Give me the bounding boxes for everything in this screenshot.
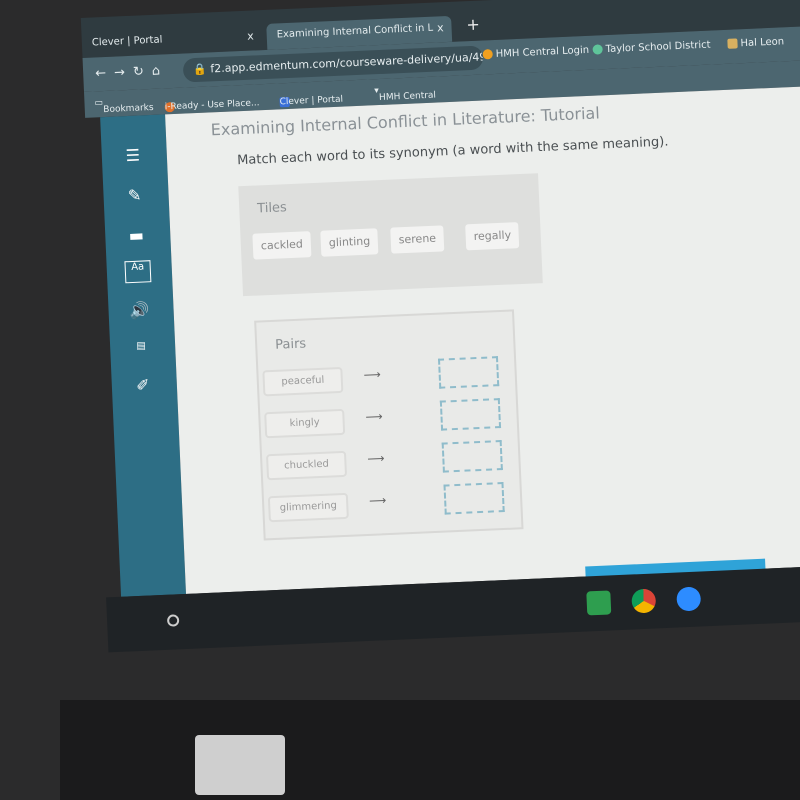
edit-icon[interactable]: ✎ bbox=[121, 185, 148, 208]
page-title: Examining Internal Conflict in Literatur… bbox=[210, 103, 601, 140]
arrow-icon: ⟶ bbox=[368, 493, 387, 508]
pair-word-kingly: kingly bbox=[264, 408, 346, 439]
bookmark-taylor[interactable]: Taylor School District bbox=[592, 39, 711, 56]
bookmark-label: Taylor School District bbox=[605, 39, 711, 56]
new-tab-button[interactable]: + bbox=[466, 15, 480, 35]
tiles-area: Tiles cackled glinting serene regally bbox=[238, 173, 543, 297]
arrow-icon: ⟶ bbox=[366, 451, 385, 466]
drop-target[interactable] bbox=[437, 356, 500, 389]
tile-regally[interactable]: regally bbox=[465, 222, 520, 251]
pair-word-glimmering: glimmering bbox=[267, 492, 349, 523]
close-icon[interactable]: x bbox=[247, 29, 254, 42]
bookmark-label: HMH Central bbox=[378, 90, 437, 104]
zoom-icon[interactable] bbox=[676, 586, 702, 612]
classroom-icon[interactable] bbox=[586, 590, 612, 616]
tab-label: Clever | Portal bbox=[91, 34, 163, 49]
folder-icon[interactable]: ▬ bbox=[123, 225, 150, 248]
launcher-icon[interactable] bbox=[166, 614, 180, 627]
instructions: Match each word to its synonym (a word w… bbox=[236, 134, 669, 169]
hal-leonard-icon bbox=[727, 38, 738, 49]
pairs-label: Pairs bbox=[274, 336, 307, 353]
speaker-icon[interactable]: 🔊 bbox=[126, 300, 153, 323]
bookmark-hmh-central[interactable]: ▾ HMH Central bbox=[374, 86, 436, 103]
main-content: Examining Internal Conflict in Literatur… bbox=[165, 84, 800, 594]
bookmarks-folder[interactable]: ▭ Bookmarks bbox=[94, 98, 153, 115]
nav-buttons[interactable]: ←→↻⌂ bbox=[95, 63, 169, 81]
tile-cackled[interactable]: cackled bbox=[252, 231, 312, 260]
note-icon[interactable]: ▤ bbox=[128, 340, 155, 363]
bookmark-label: HMH Central Login bbox=[495, 44, 590, 60]
district-icon bbox=[592, 44, 603, 55]
url-text: f2.app.edmentum.com/courseware-delivery/… bbox=[210, 45, 484, 76]
drop-target[interactable] bbox=[443, 481, 505, 515]
hmh-icon bbox=[482, 49, 493, 60]
drop-target[interactable] bbox=[441, 440, 503, 473]
laptop-bezel bbox=[60, 700, 800, 800]
bookmark-label: Bookmarks bbox=[103, 102, 154, 116]
tab-label: Examining Internal Conflict in L bbox=[276, 22, 434, 41]
list-icon[interactable]: ☰ bbox=[119, 145, 146, 168]
bookmark-hal-leonard[interactable]: Hal Leon bbox=[727, 36, 784, 49]
pair-word-chuckled: chuckled bbox=[265, 450, 348, 481]
tiles-label: Tiles bbox=[256, 200, 288, 217]
laptop-hinge bbox=[195, 735, 285, 795]
bookmark-label: Clever | Portal bbox=[279, 94, 344, 108]
highlighter-icon[interactable]: ✐ bbox=[129, 375, 156, 398]
screen: Clever | Portal x Examining Internal Conf… bbox=[80, 0, 800, 659]
arrow-icon: ⟶ bbox=[363, 367, 382, 382]
bookmark-hmh-login[interactable]: HMH Central Login bbox=[482, 44, 590, 61]
pair-word-peaceful: peaceful bbox=[262, 366, 344, 397]
dictionary-icon[interactable]: Aa bbox=[124, 260, 152, 284]
arrow-icon: ⟶ bbox=[365, 409, 383, 424]
pairs-area: Pairs peaceful ⟶ kingly ⟶ chuckled ⟶ gli… bbox=[254, 309, 524, 541]
bookmark-label: Hal Leon bbox=[740, 36, 785, 50]
tile-serene[interactable]: serene bbox=[390, 225, 445, 254]
close-icon[interactable]: x bbox=[437, 21, 444, 34]
chrome-icon[interactable] bbox=[631, 588, 657, 614]
drop-target[interactable] bbox=[439, 398, 502, 431]
tile-glinting[interactable]: glinting bbox=[320, 228, 379, 257]
